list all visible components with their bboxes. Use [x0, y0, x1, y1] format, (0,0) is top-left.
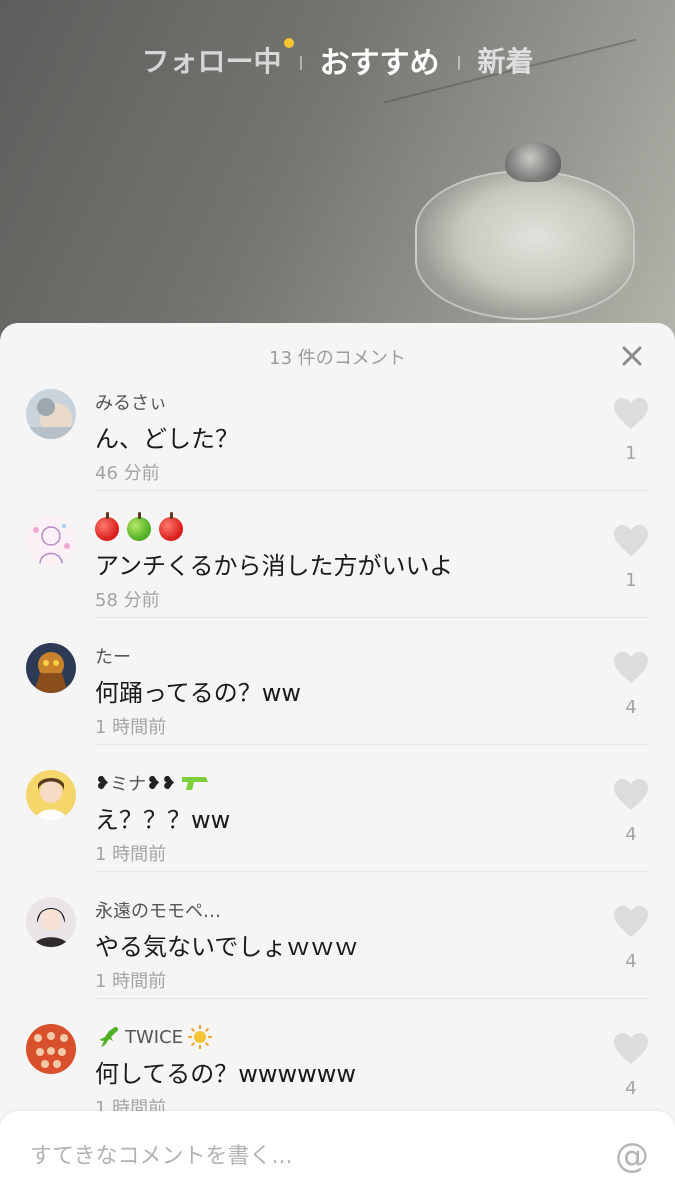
- heart-icon[interactable]: [613, 651, 649, 685]
- comment-text: やる気ないでしょｗｗｗ: [95, 933, 359, 961]
- notification-dot: [283, 38, 294, 48]
- lamp-socket: [505, 142, 561, 182]
- heart-icon[interactable]: [613, 397, 649, 431]
- heart-icon[interactable]: [613, 524, 649, 558]
- comment-text: アンチくるから消した方がいいよ: [95, 552, 454, 580]
- comment-time: 46 分前: [95, 463, 160, 484]
- red-apple-icon: [95, 512, 119, 541]
- avatar[interactable]: [26, 1024, 76, 1074]
- comment-username[interactable]: たー: [95, 643, 131, 669]
- comment-username-text: TWICE: [125, 1026, 184, 1048]
- green-apple-icon: [127, 512, 151, 541]
- like-count: 1: [625, 443, 637, 464]
- comment-text: ん、どした？: [95, 425, 239, 453]
- tab-following-label: フォロー中: [141, 45, 282, 78]
- tab-recommended[interactable]: おすすめ: [306, 38, 454, 82]
- heart-icon[interactable]: [613, 905, 649, 939]
- tab-new[interactable]: 新着: [464, 40, 548, 80]
- comment-item: たー 何踊ってるの？ww 1 時間前 4: [0, 643, 675, 770]
- comment-input[interactable]: [30, 1138, 590, 1174]
- black-heart-icon: ❥❥: [146, 772, 177, 794]
- divider: [95, 744, 649, 745]
- like-count: 4: [625, 824, 637, 845]
- tab-following[interactable]: フォロー中: [127, 38, 295, 80]
- black-heart-icon: ❥: [95, 772, 111, 794]
- lamp-shade: [415, 170, 635, 320]
- comment-username[interactable]: TWICE: [95, 1024, 213, 1050]
- tab-recommended-label: おすすめ: [319, 46, 440, 81]
- comment-text: 何踊ってるの？ww: [95, 679, 302, 707]
- divider: [95, 871, 649, 872]
- like-count: 1: [625, 570, 637, 591]
- comment-username[interactable]: [95, 512, 191, 542]
- divider: [95, 998, 649, 999]
- comment-time: 1 時間前: [95, 717, 167, 738]
- comment-username[interactable]: 永遠のモモペ…: [95, 897, 221, 923]
- comment-username-text: ミナ: [110, 774, 147, 795]
- comment-time: 1 時間前: [95, 844, 167, 865]
- avatar[interactable]: [26, 643, 76, 693]
- red-apple-icon: [159, 512, 183, 541]
- top-nav: フォロー中 おすすめ 新着: [0, 38, 675, 82]
- tab-new-label: 新着: [477, 45, 534, 78]
- comment-input-bar: @: [0, 1111, 675, 1200]
- comment-item: みるさぃ ん、どした？ 46 分前 1: [0, 389, 675, 516]
- water-pistol-icon: [182, 777, 209, 790]
- comment-sheet: 13 件のコメント みるさぃ ん、どした？ 46 分前 1 アンチくるから消した…: [0, 323, 675, 1200]
- comment-time: 58 分前: [95, 590, 160, 611]
- comment-item: アンチくるから消した方がいいよ 58 分前 1: [0, 512, 675, 643]
- sun-icon: [188, 1025, 213, 1049]
- avatar[interactable]: [26, 770, 76, 820]
- avatar[interactable]: [26, 516, 76, 566]
- divider: [95, 490, 649, 491]
- divider: [95, 617, 649, 618]
- like-count: 4: [625, 951, 637, 972]
- comment-username[interactable]: みるさぃ: [95, 389, 167, 415]
- close-button[interactable]: [617, 341, 647, 371]
- comment-text: 何してるの？wwwwww: [95, 1060, 357, 1088]
- comment-sheet-header: 13 件のコメント: [0, 323, 675, 389]
- comment-text: え？？？ww: [95, 806, 231, 834]
- heart-icon[interactable]: [613, 778, 649, 812]
- like-count: 4: [625, 1078, 637, 1099]
- like-count: 4: [625, 697, 637, 718]
- close-icon: [622, 346, 642, 366]
- nav-separator: [299, 56, 302, 70]
- avatar[interactable]: [26, 389, 76, 439]
- comment-item: ❥ ミナ ❥❥ え？？？ww 1 時間前 4: [0, 770, 675, 897]
- avatar[interactable]: [26, 897, 76, 947]
- nav-separator: [457, 56, 460, 70]
- mention-at-button[interactable]: @: [615, 1136, 649, 1176]
- heart-icon[interactable]: [613, 1032, 649, 1066]
- comment-item: 永遠のモモペ… やる気ないでしょｗｗｗ 1 時間前 4: [0, 897, 675, 1024]
- comment-count-title: 13 件のコメント: [269, 348, 406, 369]
- lizard-icon: [99, 1027, 119, 1047]
- comment-time: 1 時間前: [95, 971, 167, 992]
- comment-username[interactable]: ❥ ミナ ❥❥: [95, 770, 210, 796]
